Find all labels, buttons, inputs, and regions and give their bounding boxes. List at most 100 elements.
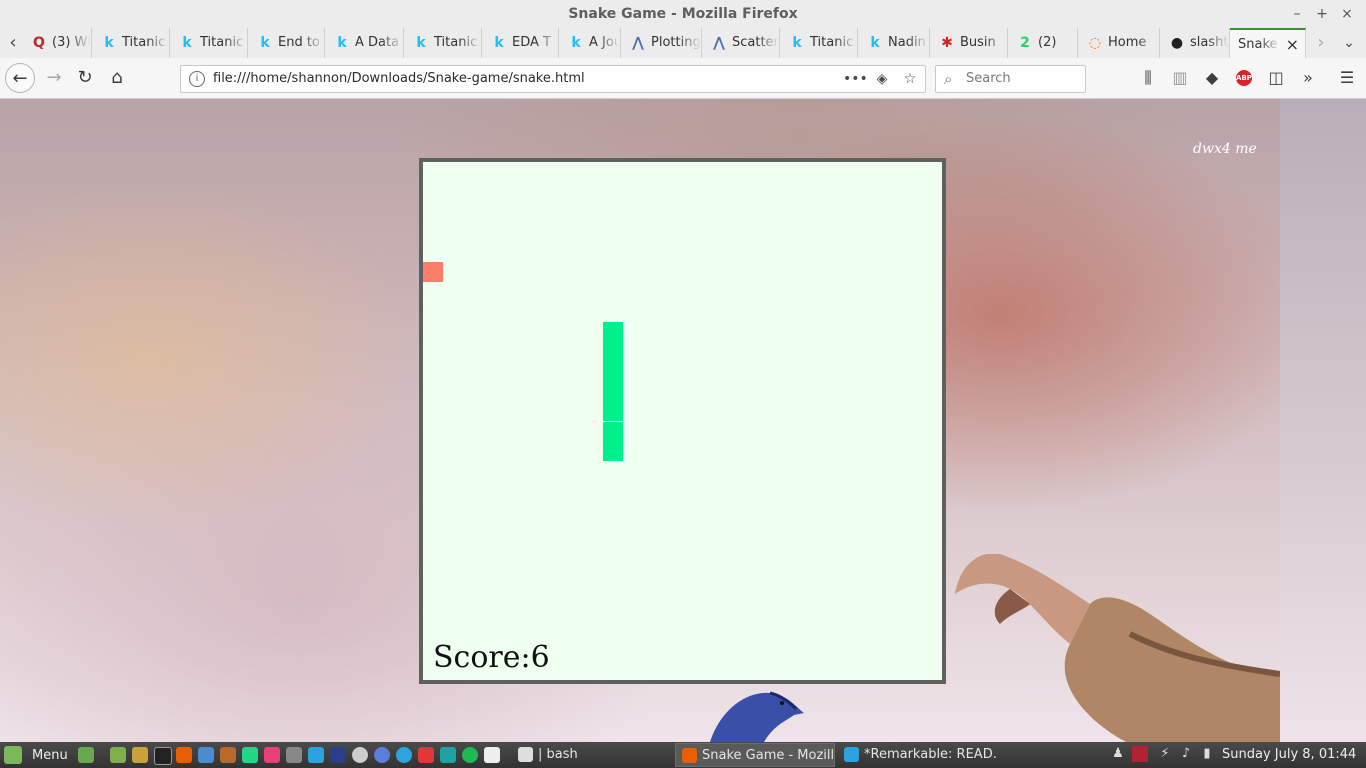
page-actions-icon[interactable]: ••• <box>843 69 868 89</box>
tab-fade <box>1137 28 1159 58</box>
tab-7[interactable]: kA Jour <box>559 28 621 58</box>
back-arrow-icon: ← <box>12 68 28 89</box>
tab-13[interactable]: 2 (2) <box>1008 28 1078 58</box>
taskbar-window-0[interactable]: | bash <box>512 743 667 767</box>
tab-scroll-right-icon[interactable]: › <box>1310 32 1332 54</box>
overflow-menu-icon[interactable]: » <box>1296 66 1320 90</box>
game-board[interactable]: Score:6 <box>419 158 946 684</box>
taskbar-window-2[interactable]: *Remarkable: READ... <box>838 743 998 767</box>
pocket-icon[interactable]: ◈ <box>872 69 892 89</box>
slack-launcher-icon[interactable] <box>418 747 434 763</box>
forward-arrow-icon: → <box>46 67 62 88</box>
vmware-launcher-icon[interactable] <box>198 747 214 763</box>
close-window-button[interactable]: × <box>1337 4 1357 24</box>
snake-segment <box>602 421 623 442</box>
firefox-launcher-icon[interactable] <box>176 747 192 763</box>
remarkable-icon <box>844 747 859 762</box>
reader-icon[interactable]: ▥ <box>1168 66 1192 90</box>
back-button[interactable]: ← <box>5 63 35 93</box>
tab-1[interactable]: k Titanic <box>92 28 170 58</box>
user-icon[interactable]: ♟ <box>1110 746 1126 762</box>
window-titlebar[interactable]: Snake Game - Mozilla Firefox – + × <box>0 0 1366 28</box>
tab-fade <box>835 28 857 58</box>
disk-launcher-icon[interactable] <box>352 747 368 763</box>
taskbar-window-1[interactable]: Snake Game - Mozill... <box>675 743 835 767</box>
tab-3[interactable]: k End to <box>248 28 325 58</box>
kaggle-icon: k <box>182 35 192 51</box>
tor-launcher-icon[interactable] <box>220 747 236 763</box>
kaggle-icon: k <box>416 35 426 51</box>
search-input[interactable]: ⌕ Search <box>935 65 1086 93</box>
network-icon[interactable]: ⚡ <box>1157 746 1173 762</box>
telegram-launcher-icon[interactable] <box>396 747 412 763</box>
tab-8[interactable]: ⋀ Plotting <box>621 28 702 58</box>
reload-button[interactable]: ↻ <box>73 66 97 90</box>
tab-15[interactable]: ●slasht <box>1160 28 1230 58</box>
terminal-launcher-icon[interactable] <box>154 747 172 765</box>
stack-launcher-icon[interactable] <box>286 747 302 763</box>
tab-fade <box>69 28 91 58</box>
us-flag-keyboard-icon[interactable] <box>1132 746 1148 762</box>
tab-scroll-left-icon[interactable]: ‹ <box>2 32 24 54</box>
tab-strip: ‹ Q(3) WhkTitanickTitanickEnd tokA Datak… <box>0 28 1366 58</box>
extension-bird-icon[interactable]: ◆ <box>1200 66 1224 90</box>
wallpaper-signature: dwx4 me <box>1193 141 1257 157</box>
intellij-launcher-icon[interactable] <box>264 747 280 763</box>
tab-6[interactable]: k EDA T <box>482 28 559 58</box>
hamburger-menu-icon[interactable]: ☰ <box>1335 66 1359 90</box>
library-icon[interactable]: ⫼ <box>1136 66 1160 90</box>
tab-fade <box>598 28 620 58</box>
sidebar-icon[interactable]: ◫ <box>1264 66 1288 90</box>
search-icon: ⌕ <box>944 70 953 88</box>
kaggle-icon: k <box>494 35 504 51</box>
tab-10[interactable]: k Titanic <box>780 28 858 58</box>
start-menu-label: Menu <box>32 748 68 763</box>
list-all-tabs-icon[interactable]: ⌄ <box>1338 32 1360 54</box>
tab-list: Q(3) WhkTitanickTitanickEnd tokA DatakTi… <box>22 28 1306 58</box>
taskbar-window-label: Snake Game - Mozill... <box>702 748 835 763</box>
webcam-launcher-icon[interactable] <box>374 747 390 763</box>
tab-12[interactable]: ✱ Busin <box>930 28 1008 58</box>
url-bar[interactable]: i file:///home/shannon/Downloads/Snake-g… <box>180 65 926 93</box>
kaggle-icon: k <box>104 35 114 51</box>
tab-16[interactable]: Snake × <box>1230 28 1306 58</box>
photoshop-launcher-icon[interactable] <box>330 747 346 763</box>
volume-icon[interactable]: ♪ <box>1178 746 1194 762</box>
tab-14[interactable]: ◌ Home <box>1078 28 1160 58</box>
navigation-toolbar: ← → ↻ ⌂ i file:///home/shannon/Downloads… <box>0 58 1366 99</box>
show-desktop-icon[interactable] <box>78 747 94 763</box>
forward-button[interactable]: → <box>42 66 66 90</box>
tab-fade <box>679 28 701 58</box>
battery-icon[interactable]: ▮ <box>1199 746 1215 762</box>
tab-5[interactable]: k Titanic <box>404 28 482 58</box>
pycharm-launcher-icon[interactable] <box>242 747 258 763</box>
system-monitor-icon[interactable] <box>132 747 148 763</box>
tab-fade <box>907 28 929 58</box>
spotify-launcher-icon[interactable] <box>462 747 478 763</box>
maximize-button[interactable]: + <box>1312 4 1332 24</box>
close-tab-icon[interactable]: × <box>1286 35 1299 54</box>
files-icon[interactable] <box>110 747 126 763</box>
kaggle-icon: k <box>870 35 880 51</box>
taskbar: Menu | bash Snake Game - Mozill... *Remark… <box>0 742 1366 768</box>
tab-11[interactable]: kNadin <box>858 28 930 58</box>
remarkable-launcher-icon[interactable] <box>308 747 324 763</box>
yelp-icon: ✱ <box>941 35 953 51</box>
tab-0[interactable]: Q(3) Wh <box>22 28 92 58</box>
tab-4[interactable]: kA Data <box>325 28 404 58</box>
whatsapp-icon: 2 <box>1020 35 1030 51</box>
tab-fade <box>536 28 558 58</box>
home-button[interactable]: ⌂ <box>105 66 129 90</box>
adblock-plus-icon[interactable]: ABP <box>1236 70 1252 86</box>
tab-fade <box>381 28 403 58</box>
tab-9[interactable]: ⋀ Scatter <box>702 28 780 58</box>
laptop-launcher-icon[interactable] <box>484 747 500 763</box>
tab-2[interactable]: k Titanic <box>170 28 248 58</box>
site-info-icon[interactable]: i <box>189 71 205 87</box>
url-text[interactable]: file:///home/shannon/Downloads/Snake-gam… <box>213 71 585 86</box>
minimize-button[interactable]: – <box>1287 4 1307 24</box>
bookmark-star-icon[interactable]: ☆ <box>900 69 920 89</box>
taskbar-clock[interactable]: Sunday July 8, 01:44 <box>1222 747 1356 762</box>
screenshot-launcher-icon[interactable] <box>440 747 456 763</box>
kaggle-icon: k <box>337 35 347 51</box>
